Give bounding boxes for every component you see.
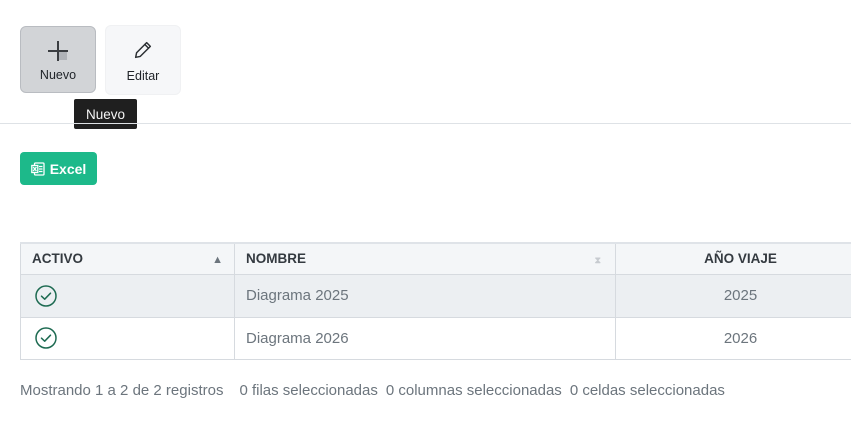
table-row[interactable]: Diagrama 2025 2025 — [20, 273, 851, 318]
column-header-anio-viaje[interactable]: AÑO VIAJE — [615, 242, 851, 275]
cell-nombre: Diagrama 2025 — [234, 273, 616, 318]
nuevo-button[interactable]: Nuevo — [20, 26, 96, 93]
cell-nombre: Diagrama 2026 — [234, 316, 616, 360]
excel-label: Excel — [49, 160, 87, 177]
cell-anio-viaje: 2025 — [615, 273, 851, 318]
cells-selected-info: 0 celdas seleccionadas — [569, 382, 725, 399]
nuevo-tooltip: Nuevo — [74, 99, 137, 129]
cell-activo — [20, 316, 235, 360]
table-info-footer: Mostrando 1 a 2 de 2 registros 0 filas s… — [20, 382, 725, 399]
excel-export-button[interactable]: Excel — [20, 152, 97, 185]
data-table: ACTIVO ▲ NOMBRE ⧗ AÑO VIAJE Diagrama 202… — [20, 242, 851, 360]
column-header-nombre[interactable]: NOMBRE ⧗ — [234, 242, 616, 275]
check-circle-icon — [34, 284, 58, 308]
cell-activo — [20, 273, 235, 318]
cell-anio-viaje: 2026 — [615, 316, 851, 360]
divider — [0, 123, 851, 124]
toolbar: Nuevo Editar — [20, 25, 181, 95]
sort-ascending-icon: ▲ — [212, 254, 223, 266]
columns-selected-info: 0 columnas seleccionadas — [385, 382, 562, 399]
pencil-icon — [130, 37, 156, 63]
column-header-activo[interactable]: ACTIVO ▲ — [20, 242, 235, 275]
table-row[interactable]: Diagrama 2026 2026 — [20, 316, 851, 360]
editar-button[interactable]: Editar — [105, 25, 181, 95]
nuevo-label: Nuevo — [39, 67, 77, 82]
editar-label: Editar — [126, 69, 160, 83]
records-info: Mostrando 1 a 2 de 2 registros — [20, 382, 224, 399]
rows-selected-info: 0 filas seleccionadas — [239, 382, 378, 399]
excel-icon — [30, 161, 45, 176]
sort-unsorted-icon: ⧗ — [594, 255, 601, 265]
check-circle-icon — [34, 326, 58, 350]
table-header-row: ACTIVO ▲ NOMBRE ⧗ AÑO VIAJE — [20, 242, 851, 275]
plus-icon — [45, 38, 71, 64]
